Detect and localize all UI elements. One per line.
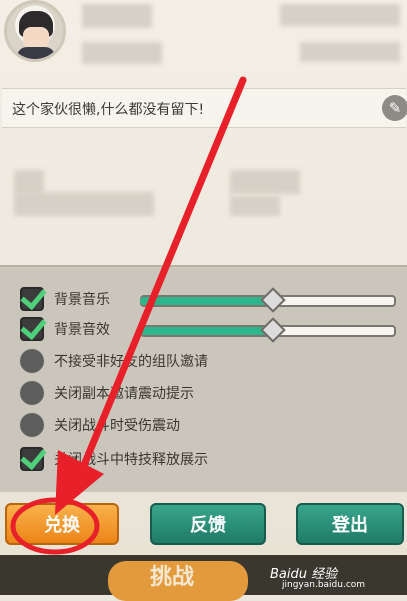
annotation-circle [10,497,100,555]
annotation-overlay [10,76,247,555]
profile-panel: 这个家伙很懒,什么都没有留下! ✎ 背景音乐 背景音效 不接受非好友的组队邀请 [0,0,407,601]
annotation-arrow-line [78,76,247,474]
